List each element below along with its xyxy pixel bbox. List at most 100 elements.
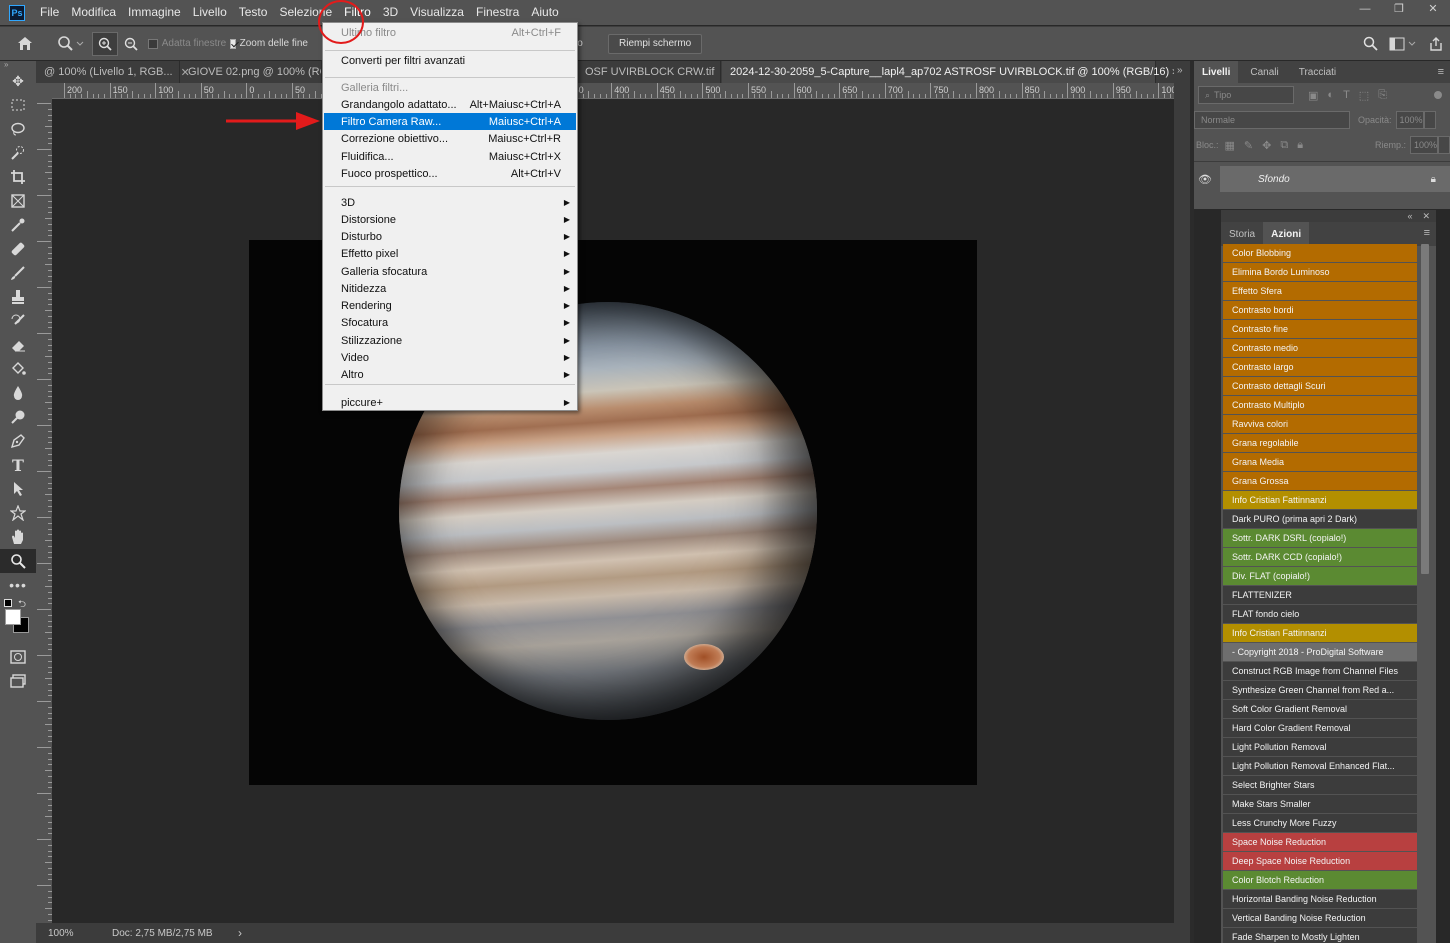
- lock-artboard-icon[interactable]: ⧉: [1280, 139, 1288, 152]
- action-item[interactable]: Sottr. DARK DSRL (copialo!): [1223, 529, 1417, 547]
- menu-immagine[interactable]: Immagine: [122, 0, 187, 25]
- action-item[interactable]: Contrasto Multiplo: [1223, 396, 1417, 414]
- default-colors-icon[interactable]: [4, 599, 12, 607]
- panel-collapse-icon[interactable]: »: [0, 61, 36, 69]
- filter-menu-item[interactable]: Fluidifica... Maiusc+Ctrl+X: [324, 148, 576, 165]
- collapse-panel-icon[interactable]: «: [1407, 211, 1412, 221]
- filter-toggle-icon[interactable]: [1434, 91, 1442, 99]
- action-item[interactable]: Contrasto largo: [1223, 358, 1417, 376]
- action-item[interactable]: Light Pollution Removal Enhanced Flat...: [1223, 757, 1417, 775]
- eyedropper-tool-icon[interactable]: [0, 213, 36, 237]
- zoom-out-icon[interactable]: [118, 37, 144, 51]
- action-item[interactable]: Contrasto medio: [1223, 339, 1417, 357]
- action-item[interactable]: Info Cristian Fattinnanzi: [1223, 624, 1417, 642]
- action-item[interactable]: Info Cristian Fattinnanzi: [1223, 491, 1417, 509]
- vertical-ruler[interactable]: [36, 99, 52, 923]
- foreground-color-swatch[interactable]: [5, 609, 21, 625]
- filter-menu-item[interactable]: Video ▶: [324, 349, 576, 366]
- filter-menu-item[interactable]: Stilizzazione ▶: [324, 332, 576, 349]
- frame-tool-icon[interactable]: [0, 189, 36, 213]
- actions-scrollbar[interactable]: [1421, 244, 1429, 574]
- action-item[interactable]: Effetto Sfera: [1223, 282, 1417, 300]
- zoom-tool-icon[interactable]: [0, 549, 36, 573]
- action-item[interactable]: Color Blotch Reduction: [1223, 871, 1417, 889]
- filter-menu-item[interactable]: Correzione obiettivo... Maiusc+Ctrl+R: [324, 130, 576, 147]
- action-item[interactable]: FLAT fondo cielo: [1223, 605, 1417, 623]
- blend-mode-select[interactable]: Normale: [1194, 111, 1350, 129]
- filter-menu-item[interactable]: piccure+ ▶: [324, 394, 576, 411]
- more-tools-icon[interactable]: •••: [0, 573, 36, 597]
- action-item[interactable]: Sottr. DARK CCD (copialo!): [1223, 548, 1417, 566]
- search-icon[interactable]: [1356, 36, 1384, 51]
- screen-mode-icon[interactable]: [0, 669, 36, 693]
- type-tool-icon[interactable]: T: [0, 453, 36, 477]
- action-item[interactable]: FLATTENIZER: [1223, 586, 1417, 604]
- filter-menu-item[interactable]: Disturbo ▶: [324, 228, 576, 245]
- action-item[interactable]: Grana Media: [1223, 453, 1417, 471]
- share-icon[interactable]: [1422, 36, 1450, 51]
- filter-menu-item[interactable]: 3D ▶: [324, 194, 576, 211]
- adjustment-filter-icon[interactable]: ◐: [1327, 89, 1334, 102]
- tab-document-3[interactable]: OSF UVIRBLOCK CRW.tif ✕: [577, 61, 732, 83]
- lock-all-icon[interactable]: 🔒︎: [1297, 139, 1303, 152]
- action-item[interactable]: Color Blobbing: [1223, 244, 1417, 262]
- filter-menu-item[interactable]: Distorsione ▶: [324, 211, 576, 228]
- filter-menu-item[interactable]: Grandangolo adattato... Alt+Maiusc+Ctrl+A: [324, 96, 576, 113]
- filter-menu-item[interactable]: Converti per filtri avanzati: [324, 52, 576, 69]
- workspace-icon[interactable]: [1384, 37, 1422, 51]
- move-tool-icon[interactable]: ✥: [0, 69, 36, 93]
- healing-brush-tool-icon[interactable]: [0, 237, 36, 261]
- tab-tracciati[interactable]: Tracciati: [1291, 61, 1344, 83]
- visibility-eye-icon[interactable]: 👁︎: [1194, 173, 1216, 186]
- menu-testo[interactable]: Testo: [233, 0, 274, 25]
- action-item[interactable]: Contrasto fine: [1223, 320, 1417, 338]
- action-item[interactable]: Elimina Bordo Luminoso: [1223, 263, 1417, 281]
- action-item[interactable]: Make Stars Smaller: [1223, 795, 1417, 813]
- action-item[interactable]: Contrasto dettagli Scuri: [1223, 377, 1417, 395]
- menu-livello[interactable]: Livello: [187, 0, 233, 25]
- zoom-tool-preset-icon[interactable]: [50, 35, 92, 52]
- opacity-dropdown[interactable]: [1423, 111, 1436, 129]
- layer-filter-kind[interactable]: ⌕ Tipo: [1198, 86, 1294, 104]
- action-item[interactable]: Fade Sharpen to Mostly Lighten: [1223, 928, 1417, 943]
- menu-modifica[interactable]: Modifica: [65, 0, 122, 25]
- pixel-filter-icon[interactable]: ▣: [1308, 89, 1318, 102]
- action-item[interactable]: Contrasto bordi: [1223, 301, 1417, 319]
- minimize-button[interactable]: —: [1348, 0, 1382, 17]
- layer-name[interactable]: Sfondo: [1220, 166, 1450, 192]
- tab-livelli[interactable]: Livelli: [1194, 61, 1239, 83]
- panel-menu-icon[interactable]: ≡: [1438, 66, 1444, 78]
- smart-object-filter-icon[interactable]: ⎘: [1378, 89, 1387, 102]
- action-item[interactable]: - Copyright 2018 - ProDigital Software: [1223, 643, 1417, 661]
- filter-menu-item[interactable]: Sfocatura ▶: [324, 314, 576, 331]
- action-item[interactable]: Deep Space Noise Reduction: [1223, 852, 1417, 870]
- lock-transparency-icon[interactable]: ▦: [1225, 139, 1235, 152]
- history-brush-tool-icon[interactable]: [0, 309, 36, 333]
- restore-button[interactable]: ❐: [1382, 0, 1416, 17]
- horizontal-ruler[interactable]: 2001501005005010015020025030035040045050…: [52, 83, 1174, 99]
- action-item[interactable]: Hard Color Gradient Removal: [1223, 719, 1417, 737]
- quick-selection-tool-icon[interactable]: [0, 141, 36, 165]
- hand-tool-icon[interactable]: [0, 525, 36, 549]
- menu-file[interactable]: File: [34, 0, 65, 25]
- filter-menu-item[interactable]: Galleria sfocatura ▶: [324, 263, 576, 280]
- tab-storia[interactable]: Storia: [1221, 222, 1263, 246]
- type-filter-icon[interactable]: T: [1343, 89, 1350, 102]
- tab-document-2[interactable]: GIOVE 02.png @ 100% (RGB...: [180, 61, 322, 83]
- fit-windows-check[interactable]: [147, 38, 158, 49]
- filter-menu-item[interactable]: Altro ▶: [324, 366, 576, 383]
- opacity-input[interactable]: 100%: [1395, 111, 1424, 129]
- ruler-origin[interactable]: [36, 83, 52, 99]
- collapse-panels-icon[interactable]: »: [1174, 61, 1190, 76]
- action-item[interactable]: Horizontal Banding Noise Reduction: [1223, 890, 1417, 908]
- zoom-all-check[interactable]: [230, 38, 236, 49]
- filter-menu-item[interactable]: Nitidezza ▶: [324, 280, 576, 297]
- blur-tool-icon[interactable]: [0, 381, 36, 405]
- tab-azioni[interactable]: Azioni: [1263, 222, 1310, 246]
- panel-menu-icon[interactable]: ≡: [1424, 227, 1430, 239]
- action-item[interactable]: Construct RGB Image from Channel Files: [1223, 662, 1417, 680]
- filter-menu-item[interactable]: Effetto pixel ▶: [324, 245, 576, 262]
- action-item[interactable]: Less Crunchy More Fuzzy: [1223, 814, 1417, 832]
- action-item[interactable]: Soft Color Gradient Removal: [1223, 700, 1417, 718]
- path-selection-tool-icon[interactable]: [0, 477, 36, 501]
